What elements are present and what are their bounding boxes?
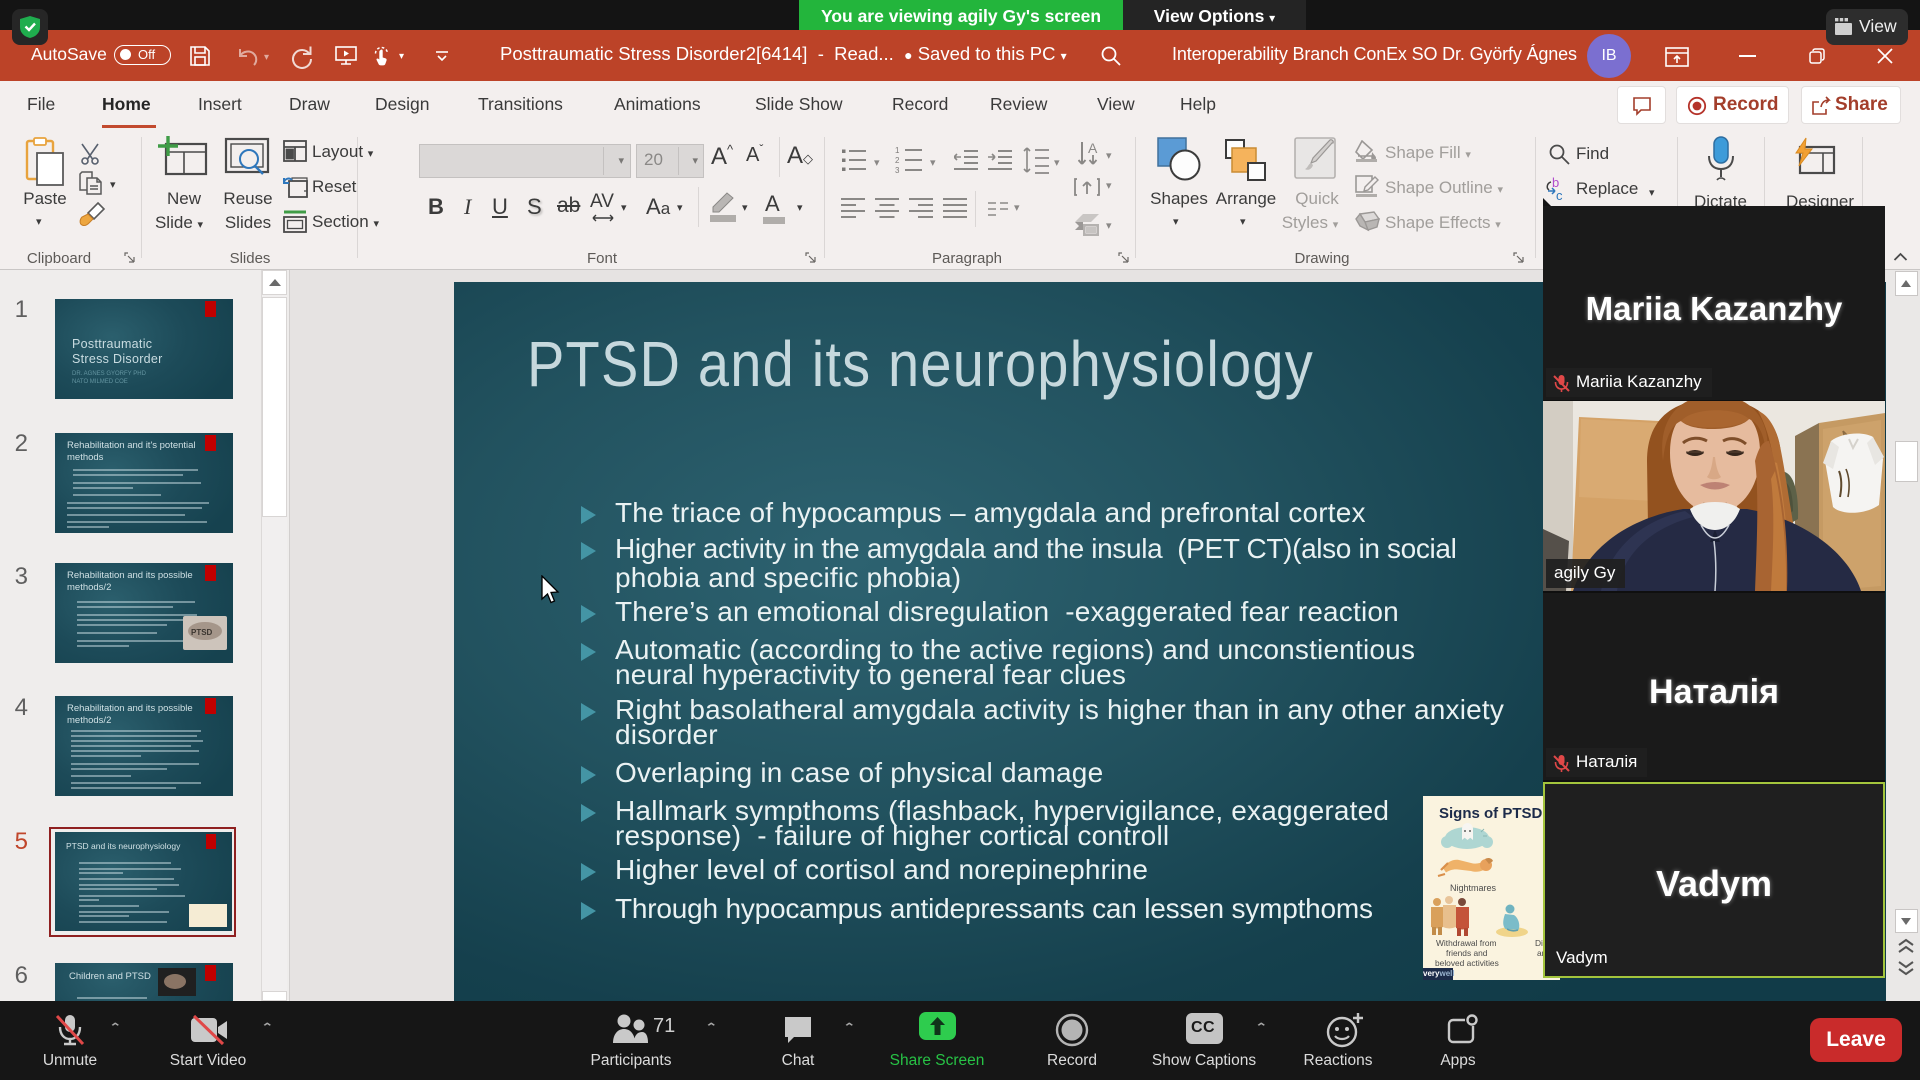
svg-text:3: 3	[895, 166, 900, 175]
svg-text:2: 2	[895, 156, 900, 165]
svg-text:Signs of PTSD: Signs of PTSD	[1439, 805, 1543, 822]
svg-text:friends and: friends and	[1446, 948, 1488, 958]
svg-text:Withdrawal from: Withdrawal from	[1436, 938, 1497, 948]
svg-text:A: A	[1088, 141, 1098, 156]
svg-text:1: 1	[895, 146, 900, 155]
svg-text:Nightmares: Nightmares	[1450, 883, 1497, 893]
svg-text:c: c	[1556, 188, 1563, 202]
svg-text:beloved activities: beloved activities	[1435, 958, 1499, 968]
